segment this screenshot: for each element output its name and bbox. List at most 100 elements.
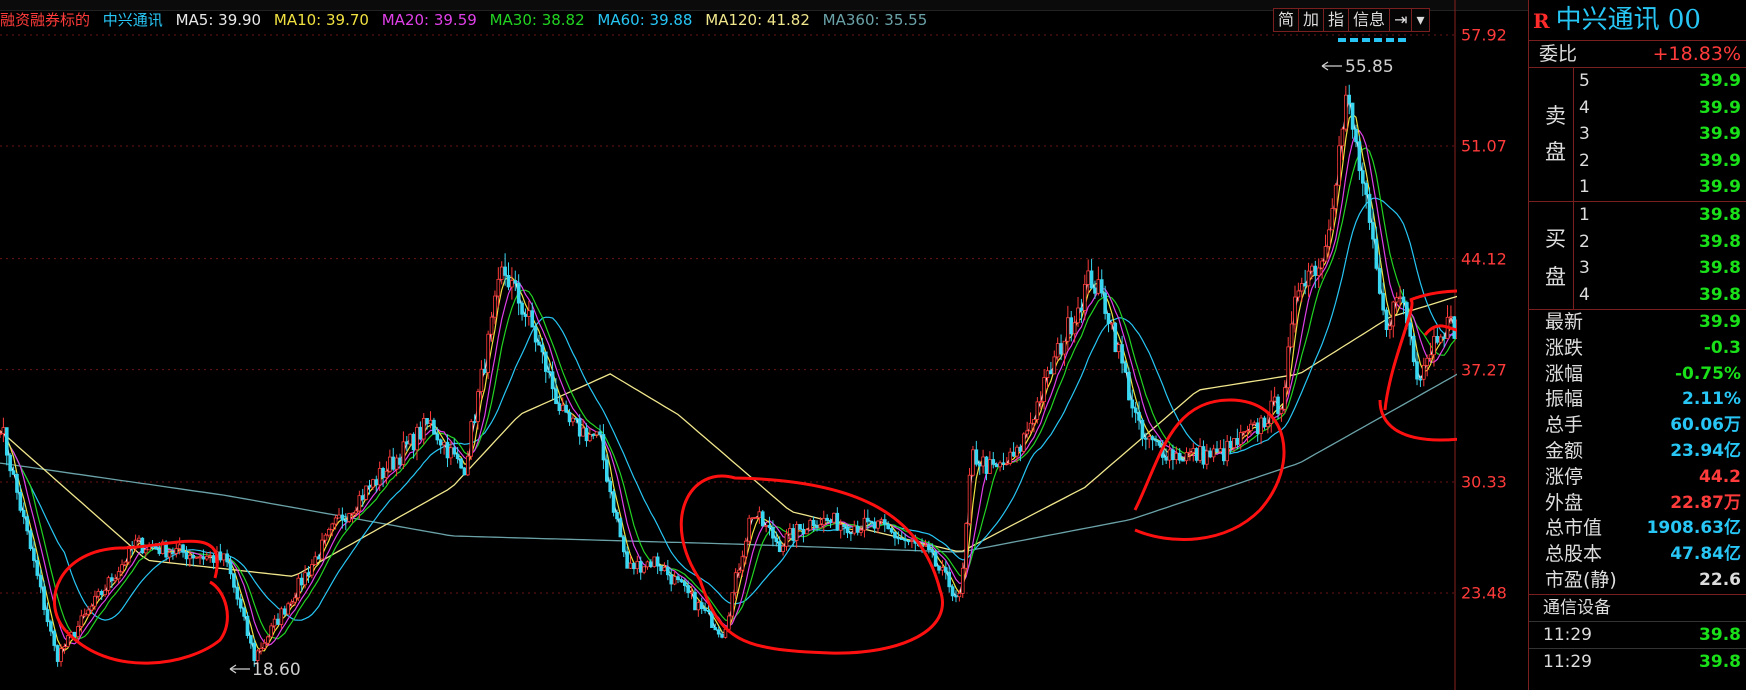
candle-body [659,565,663,572]
candle-body [896,537,901,540]
candle-body [1411,335,1416,363]
candle-body [388,456,392,472]
candle-body [781,545,785,553]
candle-body [689,591,694,594]
candle-body [1266,423,1270,428]
index-button[interactable]: 指 [1323,8,1350,32]
candle-body [1425,357,1429,366]
buy-level-4[interactable]: 4 39.8 [1529,282,1746,309]
dropdown-icon[interactable]: ▾ [1411,8,1430,32]
candle-body [608,480,612,493]
candle-body [510,280,514,288]
price-tick: 51.07 [1461,136,1507,156]
stat-label: 总市值 [1545,517,1603,540]
candle-body [1079,307,1084,311]
candle-body [676,576,680,580]
ma10-line [0,113,1457,652]
candle-body [428,419,433,424]
candle-body [316,556,321,560]
ma60-value: MA60: 39.88 [597,11,693,29]
candle-body [550,371,555,390]
candle-body [879,519,884,522]
candle-body [821,517,826,526]
candle-body [784,533,789,547]
candle-body [1394,297,1399,303]
candle-body [249,635,253,644]
candle-body [852,525,857,534]
candle-body [245,615,250,636]
info-button[interactable]: 信息 [1348,8,1391,32]
candle-body [360,495,365,500]
buy-level-2[interactable]: 2 39.8 [1529,229,1746,256]
candle-body [845,526,850,534]
candle-body [635,560,640,570]
candle-body [740,556,745,571]
candle-body [82,613,87,617]
candle-body [398,457,402,465]
candle-body [1388,325,1392,331]
candle-body [211,555,216,563]
stat-value: 39.9 [1699,312,1741,332]
candle-body [737,569,741,574]
sell-book: 卖盘 5 39.9 4 39.9 3 39.9 2 39.9 1 39.9 [1529,67,1746,201]
stat-change-pct: 涨幅 -0.75% [1529,362,1746,388]
candle-body [1235,438,1240,445]
sell-level-3[interactable]: 3 39.9 [1529,121,1746,148]
candle-body [574,417,579,420]
stat-turnover: 金额 23.94亿 [1529,439,1746,465]
jump-icon[interactable]: ⇥ [1389,8,1413,32]
ma5-value: MA5: 39.90 [175,11,262,29]
candle-body [808,519,813,531]
candle-body [1384,309,1389,331]
candle-body [1333,184,1338,209]
candle-body [1313,265,1318,276]
candle-body [1120,344,1124,364]
sell-level-4[interactable]: 4 39.9 [1529,95,1746,122]
candle-body [4,427,9,456]
sell-level-1[interactable]: 1 39.9 [1529,174,1746,201]
stat-label: 外盘 [1545,491,1584,514]
sell-level-5[interactable]: 5 39.9 [1529,68,1746,95]
candle-body [286,603,290,615]
sell-level-2[interactable]: 2 39.9 [1529,148,1746,175]
candle-body [35,560,40,576]
candle-body [1198,446,1202,461]
tick-time: 11:29 [1543,651,1592,672]
stat-outer-volume: 外盘 22.87万 [1529,491,1746,517]
buy-level-1[interactable]: 1 39.8 [1529,202,1746,229]
candle-body [727,615,731,630]
candle-body [1001,462,1006,465]
candle-body [1133,407,1138,413]
candle-body [1110,322,1114,325]
candle-body [1089,270,1094,289]
candle-body [45,609,50,623]
simple-view-button[interactable]: 简 [1273,8,1300,32]
stat-label: 涨跌 [1545,336,1584,359]
candle-body [584,427,589,442]
candle-body [1238,432,1243,445]
stock-title[interactable]: R 中兴通讯 00 [1529,0,1746,40]
price-tick: 37.27 [1461,360,1507,380]
candle-body [52,630,57,646]
candle-body [886,523,890,530]
candle-body [411,433,416,451]
candle-body [527,310,531,317]
add-button[interactable]: 加 [1298,8,1325,32]
candle-body [421,418,426,440]
candle-body [513,280,518,284]
candle-body [1191,448,1196,453]
candle-body [964,523,968,569]
stat-label: 金额 [1545,439,1584,462]
tick-price: 39.8 [1699,624,1741,645]
candle-body [99,590,104,596]
candle-body [1137,411,1141,421]
kline-chart[interactable]: 55.85 18.60 [0,0,1457,690]
level-price: 39.9 [1699,177,1741,197]
candle-body [113,578,118,582]
sector-label[interactable]: 通信设备 [1529,593,1746,621]
candle-body [340,514,345,521]
stat-total-shares: 总股本 47.84亿 [1529,542,1746,568]
candle-body [506,275,511,288]
buy-level-3[interactable]: 3 39.8 [1529,255,1746,282]
stock-name[interactable]: 中兴通讯 [103,11,163,29]
